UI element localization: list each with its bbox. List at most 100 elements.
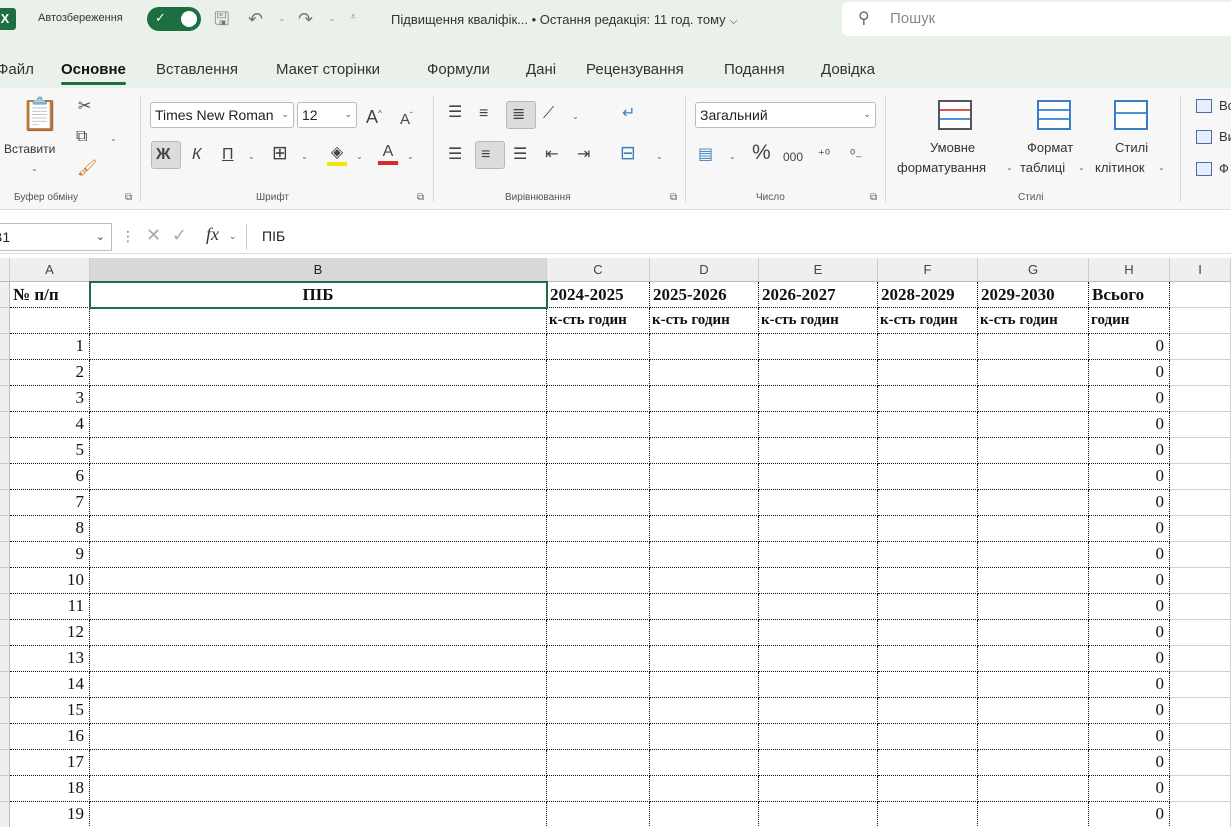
cell[interactable] xyxy=(547,542,650,568)
cell[interactable] xyxy=(547,724,650,750)
cell[interactable] xyxy=(1170,282,1231,308)
total-hours-cell[interactable]: 0 xyxy=(1089,360,1170,386)
chevron-down-icon[interactable]: ⌄ xyxy=(229,231,237,242)
cell[interactable] xyxy=(1170,334,1231,360)
row-number-cell[interactable]: 3 xyxy=(10,386,90,412)
formula-input[interactable]: ПІБ xyxy=(262,228,285,244)
merge-dropdown-icon[interactable]: ⌄ xyxy=(656,152,663,161)
accounting-format-icon[interactable]: ▤ xyxy=(698,146,713,164)
cell[interactable] xyxy=(878,672,978,698)
cell[interactable] xyxy=(759,620,878,646)
excel-icon[interactable]: X xyxy=(0,8,16,30)
row-header[interactable] xyxy=(0,334,10,360)
redo-dropdown-icon[interactable]: ⌄ xyxy=(328,13,336,24)
cell[interactable] xyxy=(759,438,878,464)
cell[interactable] xyxy=(878,646,978,672)
row-number-cell[interactable]: 1 xyxy=(10,334,90,360)
cell[interactable] xyxy=(547,568,650,594)
subheader-cell[interactable] xyxy=(10,308,90,334)
row-header[interactable] xyxy=(0,776,10,802)
cell[interactable] xyxy=(759,516,878,542)
undo-icon[interactable]: ↶ xyxy=(248,9,263,29)
cell[interactable] xyxy=(1170,646,1231,672)
cell[interactable] xyxy=(759,360,878,386)
cell[interactable] xyxy=(547,490,650,516)
merge-center-icon[interactable]: ⊟ xyxy=(620,144,636,163)
cell[interactable] xyxy=(1170,620,1231,646)
font-size-select[interactable]: 12 ⌄ xyxy=(297,102,357,128)
cell[interactable] xyxy=(759,672,878,698)
increase-indent-icon[interactable]: ⇥ xyxy=(577,146,590,164)
underline-button[interactable]: П xyxy=(222,146,234,164)
header-cell[interactable]: 2024-2025 xyxy=(547,282,650,308)
cell[interactable] xyxy=(650,334,759,360)
row-number-cell[interactable]: 4 xyxy=(10,412,90,438)
cell[interactable] xyxy=(547,334,650,360)
borders-dropdown-icon[interactable]: ⌄ xyxy=(301,152,308,161)
customize-toolbar-icon[interactable]: ⩡ xyxy=(350,11,356,24)
cell[interactable] xyxy=(978,802,1089,827)
cell[interactable] xyxy=(878,776,978,802)
row-number-cell[interactable]: 19 xyxy=(10,802,90,827)
cell[interactable] xyxy=(547,620,650,646)
cell[interactable] xyxy=(1170,490,1231,516)
cell[interactable] xyxy=(90,672,547,698)
paste-icon[interactable]: 📋 xyxy=(20,96,60,132)
cell[interactable] xyxy=(547,360,650,386)
cell[interactable] xyxy=(978,542,1089,568)
row-header[interactable] xyxy=(0,386,10,412)
row-header[interactable] xyxy=(0,672,10,698)
cell[interactable] xyxy=(547,698,650,724)
header-cell[interactable]: ПІБ xyxy=(90,282,547,308)
number-launcher-icon[interactable]: ⧉ xyxy=(870,192,877,203)
insert-function-icon[interactable]: fx xyxy=(206,224,219,245)
subheader-cell[interactable]: к-сть годин xyxy=(978,308,1089,334)
cell[interactable] xyxy=(547,646,650,672)
cell[interactable] xyxy=(547,750,650,776)
enter-icon[interactable]: ✓ xyxy=(172,225,187,246)
cell[interactable] xyxy=(650,620,759,646)
subheader-cell[interactable]: к-сть годин xyxy=(759,308,878,334)
cell[interactable] xyxy=(1170,594,1231,620)
row-header[interactable] xyxy=(0,568,10,594)
row-header[interactable] xyxy=(0,646,10,672)
row-number-cell[interactable]: 17 xyxy=(10,750,90,776)
subheader-cell[interactable]: годин xyxy=(1089,308,1170,334)
delete-cells-label[interactable]: Ви xyxy=(1219,129,1231,144)
tab-review[interactable]: Рецензування xyxy=(586,61,684,78)
total-hours-cell[interactable]: 0 xyxy=(1089,646,1170,672)
cell[interactable] xyxy=(650,360,759,386)
autosave-toggle[interactable]: ✓ xyxy=(147,7,201,31)
cell[interactable] xyxy=(759,412,878,438)
row-header[interactable] xyxy=(0,698,10,724)
cell[interactable] xyxy=(978,360,1089,386)
cell[interactable] xyxy=(878,386,978,412)
cell-styles-dropdown-icon[interactable]: ⌄ xyxy=(1158,163,1165,172)
conditional-formatting-label-2[interactable]: форматування xyxy=(897,158,986,177)
cell[interactable] xyxy=(650,438,759,464)
cell[interactable] xyxy=(878,724,978,750)
cell[interactable] xyxy=(650,594,759,620)
column-header-h[interactable]: H xyxy=(1089,258,1170,282)
cell[interactable] xyxy=(759,568,878,594)
cell[interactable] xyxy=(1170,464,1231,490)
cell[interactable] xyxy=(650,568,759,594)
document-title[interactable]: Підвищення кваліфік... • Остання редакці… xyxy=(391,12,737,27)
row-header[interactable] xyxy=(0,594,10,620)
cell[interactable] xyxy=(1170,412,1231,438)
cell[interactable] xyxy=(90,438,547,464)
cell[interactable] xyxy=(978,516,1089,542)
cell[interactable] xyxy=(759,776,878,802)
subheader-cell[interactable]: к-сть годин xyxy=(547,308,650,334)
cell[interactable] xyxy=(1170,542,1231,568)
total-hours-cell[interactable]: 0 xyxy=(1089,464,1170,490)
tab-help[interactable]: Довідка xyxy=(821,61,875,78)
cell[interactable] xyxy=(1170,724,1231,750)
cut-icon[interactable]: ✂ xyxy=(78,98,91,116)
copy-dropdown-icon[interactable]: ⌄ xyxy=(110,134,117,143)
cell[interactable] xyxy=(90,464,547,490)
row-number-cell[interactable]: 7 xyxy=(10,490,90,516)
row-number-cell[interactable]: 13 xyxy=(10,646,90,672)
cell[interactable] xyxy=(759,802,878,827)
cell[interactable] xyxy=(650,724,759,750)
